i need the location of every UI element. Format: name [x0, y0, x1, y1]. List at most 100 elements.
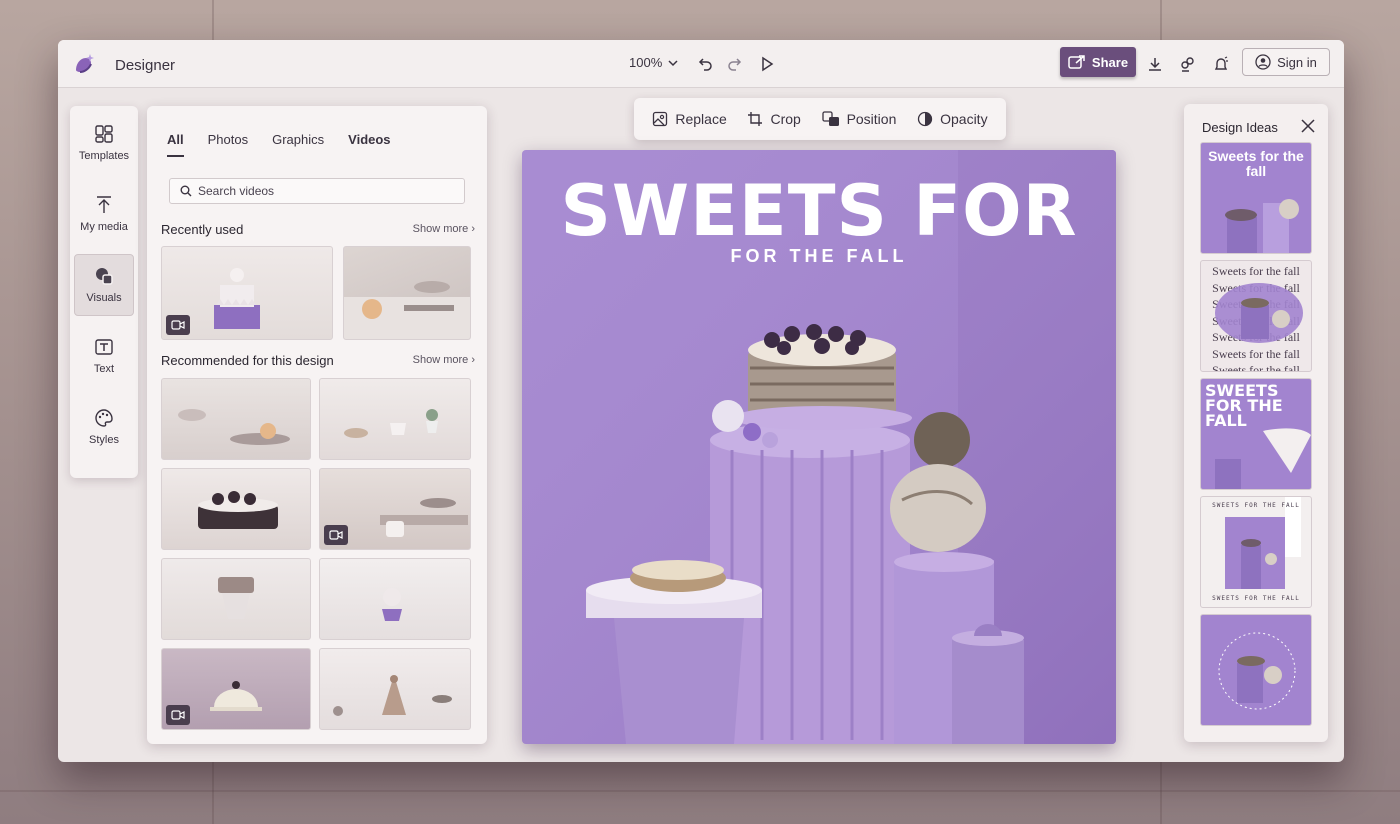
video-icon: [329, 530, 343, 540]
collaborate-icon[interactable]: [1176, 52, 1200, 76]
share-button[interactable]: Share: [1060, 47, 1136, 77]
idea-thumbnail-art: [1218, 632, 1296, 710]
zoom-value: 100%: [629, 55, 663, 70]
text-icon: [95, 339, 113, 355]
canvas-title-text[interactable]: SWEETS FOR: [522, 170, 1116, 252]
idea-text-bottom: SWEETS FOR THE FALL: [1212, 595, 1300, 602]
media-thumb[interactable]: [161, 558, 311, 640]
replace-button[interactable]: Replace: [652, 111, 727, 127]
tab-photos[interactable]: Photos: [208, 132, 248, 157]
rail-label: Visuals: [86, 292, 122, 304]
left-rail: Templates My media Visuals Text Styles: [70, 106, 138, 478]
position-label: Position: [846, 111, 897, 127]
crop-label: Crop: [770, 111, 801, 127]
design-idea-card[interactable]: SWEETS FOR THE FALL: [1200, 378, 1312, 490]
layer-cake-image: [218, 577, 254, 619]
recently-used-title: Recently used: [161, 222, 244, 237]
video-badge: [166, 315, 190, 335]
rail-label: Templates: [78, 150, 130, 162]
image-icon: [653, 111, 668, 127]
design-ideas-panel: Design Ideas Sweets for the fall Sweets …: [1184, 104, 1328, 742]
canvas-subtitle-text[interactable]: FOR THE FALL: [522, 246, 1116, 267]
replace-label: Replace: [675, 111, 727, 127]
recommended-show-more-link[interactable]: Show more ›: [413, 354, 475, 366]
cupcake-image: [382, 588, 402, 621]
design-idea-card[interactable]: Sweets for the fall: [1200, 142, 1312, 254]
zoom-select[interactable]: 100%: [629, 55, 678, 70]
notifications-icon[interactable]: [1209, 52, 1233, 76]
opacity-button[interactable]: Opacity: [917, 111, 988, 127]
top-bar: Designer 100% Share Sign in: [58, 40, 1344, 88]
media-thumb[interactable]: [319, 378, 471, 460]
upload-icon: [97, 196, 111, 213]
search-placeholder: Search videos: [198, 184, 275, 198]
design-idea-card[interactable]: SWEETS FOR THE FALL SWEETS FOR THE FALL: [1200, 496, 1312, 608]
tab-graphics[interactable]: Graphics: [272, 132, 324, 157]
design-idea-card[interactable]: [1200, 614, 1312, 726]
share-icon: [1068, 55, 1085, 69]
video-icon: [171, 710, 185, 720]
download-icon[interactable]: [1143, 52, 1167, 76]
rail-label: My media: [80, 221, 128, 233]
idea-thumbnail-art: [1225, 199, 1299, 253]
share-label: Share: [1091, 54, 1129, 70]
image-context-toolbar: Replace Crop Position Opacity: [634, 98, 1006, 140]
palette-icon: [95, 409, 113, 427]
undo-icon[interactable]: [693, 52, 717, 76]
video-badge: [324, 525, 348, 545]
rail-label: Text: [93, 363, 115, 375]
design-idea-card[interactable]: Sweets for the fall Sweets for the fall …: [1200, 260, 1312, 372]
tab-videos[interactable]: Videos: [348, 132, 390, 157]
macarons-image: [333, 675, 452, 716]
bowl-image: [178, 409, 290, 445]
designer-logo-icon[interactable]: [70, 50, 98, 78]
idea-thumbnail-art: [1215, 428, 1311, 489]
search-input[interactable]: Search videos: [169, 178, 465, 204]
recent-show-more-link[interactable]: Show more ›: [413, 223, 475, 235]
media-thumb[interactable]: [161, 246, 333, 340]
close-icon[interactable]: [1298, 116, 1318, 136]
opacity-label: Opacity: [940, 111, 988, 127]
position-button[interactable]: Position: [821, 111, 897, 127]
rail-item-styles[interactable]: Styles: [74, 396, 134, 458]
opacity-icon: [917, 111, 933, 127]
rail-label: Styles: [89, 434, 119, 446]
sign-in-label: Sign in: [1277, 54, 1317, 70]
media-tabs: All Photos Graphics Videos: [167, 132, 391, 157]
show-more-label: Show more: [412, 354, 469, 366]
desserts-image: [344, 409, 438, 438]
templates-icon: [95, 125, 113, 143]
chevron-down-icon: [668, 59, 678, 66]
designer-window: Designer 100% Share Sign in Templates My…: [58, 40, 1344, 762]
user-icon: [1255, 54, 1271, 70]
media-thumb[interactable]: [319, 648, 471, 730]
media-thumb[interactable]: [319, 468, 471, 550]
video-icon: [171, 320, 185, 330]
berry-cake-image: [198, 491, 278, 529]
sign-in-button[interactable]: Sign in: [1242, 48, 1330, 76]
rail-item-visuals[interactable]: Visuals: [74, 254, 134, 316]
play-icon[interactable]: [755, 52, 779, 76]
crop-button[interactable]: Crop: [747, 111, 801, 127]
app-title: Designer: [115, 57, 176, 74]
media-panel: All Photos Graphics Videos Search videos…: [147, 106, 487, 744]
position-icon: [821, 111, 839, 126]
rail-item-templates[interactable]: Templates: [74, 112, 134, 174]
crop-icon: [748, 112, 763, 126]
media-thumb[interactable]: [319, 558, 471, 640]
video-badge: [166, 705, 190, 725]
media-thumb[interactable]: [161, 648, 311, 730]
redo-icon[interactable]: [723, 52, 747, 76]
tab-all[interactable]: All: [167, 132, 184, 157]
rail-item-my-media[interactable]: My media: [74, 183, 134, 245]
idea-thumbnail-art: [1225, 497, 1301, 589]
rail-item-text[interactable]: Text: [74, 325, 134, 387]
media-thumb[interactable]: [343, 246, 471, 340]
design-ideas-title: Design Ideas: [1202, 120, 1278, 135]
design-canvas[interactable]: SWEETS FOR FOR THE FALL: [522, 150, 1116, 744]
show-more-label: Show more: [412, 223, 469, 235]
media-thumb[interactable]: [161, 468, 311, 550]
idea-text-top: SWEETS FOR THE FALL: [1212, 502, 1300, 509]
search-icon: [180, 185, 192, 197]
media-thumb[interactable]: [161, 378, 311, 460]
